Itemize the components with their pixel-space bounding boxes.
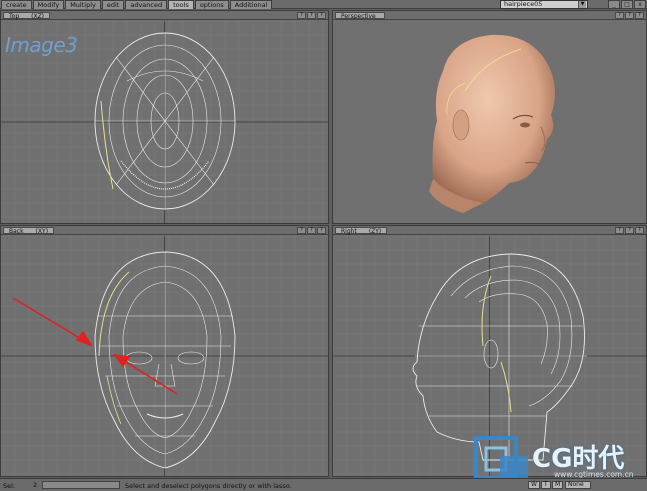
viewport-zoom-button[interactable]: ? <box>297 227 306 234</box>
viewport-max-button[interactable]: ? <box>317 12 326 19</box>
viewport-canvas[interactable] <box>333 21 646 223</box>
head-mesh-side <box>412 253 587 461</box>
viewport-pan-button[interactable]: ? <box>307 12 316 19</box>
image-label-watermark: Image3 <box>5 33 78 57</box>
viewport-buttons: ? ? ? <box>296 12 326 19</box>
viewport-axes: (XY) <box>35 228 49 235</box>
viewport-pan-button[interactable]: ? <box>307 227 316 234</box>
viewport-perspective[interactable]: Perspective ? ? ? <box>332 10 647 224</box>
viewport-max-button[interactable]: ? <box>635 227 644 234</box>
viewport-buttons: ? ? ? <box>614 12 644 19</box>
status-none-button[interactable]: None <box>565 481 591 489</box>
grid <box>1 236 328 476</box>
selection-count: 2 <box>33 481 38 489</box>
viewport-max-button[interactable]: ? <box>635 12 644 19</box>
window-buttons: _ □ x <box>607 0 646 9</box>
status-bar: Sel: 2 Select and deselect polygons dire… <box>0 478 647 491</box>
viewport-axes: (XZ) <box>31 13 45 20</box>
chevron-down-icon: ▼ <box>578 1 586 8</box>
selection-label: Sel: <box>3 482 16 490</box>
head-render <box>429 34 555 213</box>
viewport-header: Top (XZ) ? ? ? <box>1 11 328 20</box>
viewport-name: Back <box>9 228 24 235</box>
viewport-canvas[interactable] <box>1 236 328 476</box>
viewport-header: Right (ZY) ? ? ? <box>333 226 646 235</box>
status-m-button[interactable]: M <box>552 481 564 489</box>
tab-multiply[interactable]: Multiply <box>65 0 101 9</box>
tab-advanced[interactable]: advanced <box>125 0 168 9</box>
viewport-zoom-button[interactable]: ? <box>297 12 306 19</box>
head-mesh-top <box>94 32 236 210</box>
viewport-zoom-button[interactable]: ? <box>615 227 624 234</box>
viewport-header: Perspective ? ? ? <box>333 11 646 20</box>
viewport-view-selector[interactable]: Right (ZY) <box>335 227 388 235</box>
tab-create[interactable]: create <box>1 0 32 9</box>
viewport-pan-button[interactable]: ? <box>625 227 634 234</box>
close-button[interactable]: x <box>634 0 646 9</box>
viewport-top[interactable]: Top (XZ) ? ? ? Image3 <box>0 10 329 224</box>
viewport-zoom-button[interactable]: ? <box>615 12 624 19</box>
viewport-back[interactable]: Back (XY) ? ? ? <box>0 225 329 477</box>
tab-additional[interactable]: Additional <box>229 0 273 9</box>
viewport-max-button[interactable]: ? <box>317 227 326 234</box>
viewport-pan-button[interactable]: ? <box>625 12 634 19</box>
viewport-name: Right <box>341 228 357 235</box>
status-w-button[interactable]: W <box>528 481 540 489</box>
status-message: Select and deselect polygons directly or… <box>125 482 292 490</box>
layer-dropdown-value: hairpiece05 <box>504 0 543 8</box>
toolbar-tab-bar: create Modify Multiply edit advanced tools opt… <box>0 0 647 9</box>
viewport-buttons: ? ? ? <box>296 227 326 234</box>
tab-modify[interactable]: Modify <box>32 0 65 9</box>
viewport-name: Perspective <box>341 13 376 20</box>
viewport-header: Back (XY) ? ? ? <box>1 226 328 235</box>
layer-dropdown[interactable]: hairpiece05 ▼ <box>500 0 588 9</box>
logo-mark-icon <box>474 436 528 480</box>
status-t-button[interactable]: T <box>541 481 551 489</box>
tab-strip: create Modify Multiply edit advanced tools opt… <box>1 0 273 9</box>
cg-logo: CG时代 www.cgtimes.com.cn <box>474 436 644 480</box>
head-mesh-front <box>94 251 236 469</box>
tab-tools[interactable]: tools <box>168 0 194 9</box>
tab-edit[interactable]: edit <box>101 0 125 9</box>
status-field <box>42 481 120 489</box>
viewport-buttons: ? ? ? <box>614 227 644 234</box>
viewport-view-selector[interactable]: Top (XZ) <box>3 12 51 20</box>
viewport-axes: (ZY) <box>368 228 382 235</box>
maximize-button[interactable]: □ <box>621 0 633 9</box>
minimize-button[interactable]: _ <box>608 0 620 9</box>
tab-options[interactable]: options <box>194 0 229 9</box>
viewport-view-selector[interactable]: Perspective <box>335 12 385 20</box>
viewport-view-selector[interactable]: Back (XY) <box>3 227 55 235</box>
viewport-name: Top <box>9 13 20 20</box>
